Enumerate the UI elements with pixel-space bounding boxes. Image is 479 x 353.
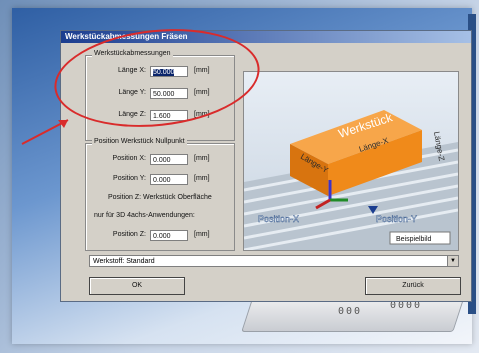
position-x-label: Position X: — [112, 155, 146, 162]
4axis-note: nur für 3D 4achs-Anwendungen: — [94, 212, 195, 219]
example-label: Beispielbild — [396, 236, 432, 243]
back-button[interactable]: Zurück — [365, 277, 461, 295]
workpiece-preview-image: Werkstück Länge-X Länge-Y Länge-Z Positi… — [243, 71, 459, 251]
position-y-input[interactable]: 0.000 — [150, 174, 188, 185]
position-z-unit: [mm] — [194, 231, 210, 238]
device-dots-left: 000 — [338, 306, 363, 317]
chevron-down-icon[interactable]: ▼ — [447, 256, 458, 266]
position-y-label: Position Y: — [113, 175, 146, 182]
position-x-preview-label: Position-X — [258, 214, 299, 224]
material-select[interactable]: Werkstoff: Standard ▼ — [89, 255, 459, 267]
ok-button[interactable]: OK — [89, 277, 185, 295]
position-z-note: Position Z: Werkstück Oberfläche — [108, 194, 212, 201]
position-x-input[interactable]: 0.000 — [150, 154, 188, 165]
position-z-input[interactable]: 0.000 — [150, 230, 188, 241]
preview-svg: Werkstück Länge-X Länge-Y Länge-Z Positi… — [244, 110, 458, 250]
material-select-value: Werkstoff: Standard — [93, 258, 155, 265]
zero-point-group: Position Werkstück Nullpunkt Position X:… — [85, 138, 235, 251]
zero-point-legend: Position Werkstück Nullpunkt — [92, 138, 187, 145]
highlight-arrow-icon — [21, 119, 69, 145]
position-z-label: Position Z: — [112, 231, 146, 238]
position-y-preview-label: Position-Y — [376, 214, 417, 224]
position-y-unit: [mm] — [194, 175, 210, 182]
position-x-unit: [mm] — [194, 155, 210, 162]
